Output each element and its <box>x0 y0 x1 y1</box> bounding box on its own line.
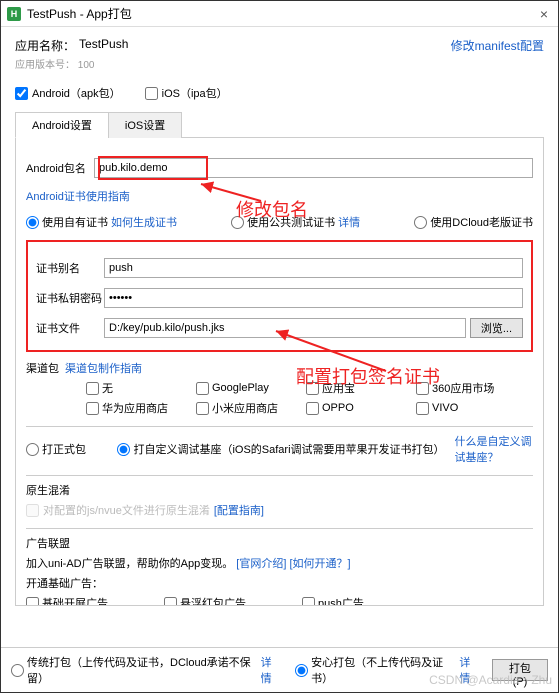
cert-alias-row: 证书别名 <box>36 258 523 278</box>
safe-pack-radio[interactable] <box>295 664 308 677</box>
android-apk-checkbox[interactable]: Android（apk包） <box>15 85 121 101</box>
android-package-label: Android包名 <box>26 160 94 176</box>
cert-password-input[interactable] <box>104 288 523 308</box>
cert-own-option[interactable]: 使用自有证书 如何生成证书 <box>26 214 177 230</box>
cert-file-label: 证书文件 <box>36 320 104 336</box>
ad-basic-row: 基础开屏广告 悬浮红包广告 push广告 <box>26 595 533 606</box>
native-render-title: 原生混淆 <box>26 482 533 498</box>
channel-none[interactable]: 无 <box>86 380 196 396</box>
close-icon[interactable]: × <box>536 6 552 22</box>
version-row: 应用版本号： 100 <box>15 56 544 71</box>
ios-ipa-check[interactable] <box>145 87 158 100</box>
ad-intro-link1[interactable]: [官网介绍] <box>236 558 286 570</box>
cert-type-row: 使用自有证书 如何生成证书 使用公共测试证书 详情 使用DCloud老版证书 <box>26 214 533 230</box>
pack-debug-option[interactable]: 打自定义调试基座（iOS的Safari调试需要用苹果开发证书打包） <box>117 441 444 457</box>
channel-oppo[interactable]: OPPO <box>306 400 416 416</box>
pack-button[interactable]: 打包(P) <box>492 659 548 681</box>
channel-huawei[interactable]: 华为应用商店 <box>86 400 196 416</box>
cert-own-radio[interactable] <box>26 216 39 229</box>
android-package-row: Android包名 <box>26 158 533 178</box>
cert-file-input[interactable] <box>104 318 466 338</box>
window-title: TestPush - App打包 <box>27 5 536 22</box>
cert-public-label: 使用公共测试证书 <box>247 214 335 230</box>
pack-debug-label: 打自定义调试基座（iOS的Safari调试需要用苹果开发证书打包） <box>133 441 444 457</box>
tab-ios-settings[interactable]: iOS设置 <box>108 112 182 138</box>
channel-vivo[interactable]: VIVO <box>416 400 526 416</box>
traditional-pack-radio[interactable] <box>11 664 24 677</box>
platform-row: Android（apk包） iOS（ipa包） <box>15 85 544 101</box>
ad-basic-push[interactable]: push广告 <box>302 595 422 606</box>
native-render-check <box>26 504 39 517</box>
channels-label: 渠道包 <box>26 360 59 376</box>
ad-intro-link2[interactable]: [如何开通？] <box>289 558 350 570</box>
tabs: Android设置 iOS设置 <box>15 111 544 138</box>
native-render-guide-link[interactable]: [配置指南] <box>214 502 264 518</box>
ad-union-title: 广告联盟 <box>26 535 533 551</box>
tab-body-android: Android包名 Android证书使用指南 使用自有证书 如何生成证书 使用… <box>15 138 544 606</box>
cert-alias-label: 证书别名 <box>36 260 104 276</box>
safe-pack-label: 安心打包（不上传代码及证书） <box>311 654 453 686</box>
app-name-label: 应用名称： <box>15 37 75 54</box>
safe-pack-option[interactable]: 安心打包（不上传代码及证书） <box>295 654 453 686</box>
cert-public-detail-link[interactable]: 详情 <box>338 214 360 230</box>
version-value: 100 <box>78 60 95 71</box>
cert-own-help-link[interactable]: 如何生成证书 <box>111 214 177 230</box>
ad-basic-title: 开通基础广告： <box>26 575 533 591</box>
android-apk-label: Android（apk包） <box>32 85 121 101</box>
titlebar: H TestPush - App打包 × <box>1 1 558 27</box>
cert-dcloud-radio[interactable] <box>414 216 427 229</box>
cert-dcloud-label: 使用DCloud老版证书 <box>430 214 533 230</box>
traditional-pack-option[interactable]: 传统打包（上传代码及证书，DCloud承诺不保留） <box>11 654 255 686</box>
cert-file-row: 证书文件 浏览... <box>36 318 523 338</box>
ad-union-intro: 加入uni-AD广告联盟，帮助你的App变现。 [官网介绍] [如何开通？] <box>26 555 533 571</box>
ios-ipa-checkbox[interactable]: iOS（ipa包） <box>145 85 228 101</box>
channel-360[interactable]: 360应用市场 <box>416 380 526 396</box>
channel-xiaomi[interactable]: 小米应用商店 <box>196 400 306 416</box>
ad-basic-hb[interactable]: 悬浮红包广告 <box>164 595 284 606</box>
safe-pack-detail-link[interactable]: 详情 <box>459 654 479 686</box>
annotation-pkg-box <box>98 156 208 180</box>
traditional-pack-detail-link[interactable]: 详情 <box>261 654 281 686</box>
channel-yyb[interactable]: 应用宝 <box>306 380 416 396</box>
cert-public-option[interactable]: 使用公共测试证书 详情 <box>231 214 360 230</box>
pack-release-option[interactable]: 打正式包 <box>26 441 86 457</box>
annotation-cert-box: 证书别名 证书私钥密码 证书文件 浏览... <box>26 240 533 352</box>
tab-android-settings[interactable]: Android设置 <box>15 112 109 138</box>
android-apk-check[interactable] <box>15 87 28 100</box>
browse-button[interactable]: 浏览... <box>470 318 523 338</box>
cert-public-radio[interactable] <box>231 216 244 229</box>
traditional-pack-label: 传统打包（上传代码及证书，DCloud承诺不保留） <box>27 654 255 686</box>
app-icon: H <box>7 7 21 21</box>
ios-ipa-label: iOS（ipa包） <box>162 85 228 101</box>
app-name-row: 应用名称： TestPush 修改manifest配置 <box>15 37 544 54</box>
channels-grid: 无 GooglePlay 应用宝 360应用市场 华为应用商店 小米应用商店 O… <box>86 380 533 416</box>
bottom-bar: 传统打包（上传代码及证书，DCloud承诺不保留） 详情 安心打包（不上传代码及… <box>1 647 558 692</box>
pack-debug-radio[interactable] <box>117 443 130 456</box>
pack-release-label: 打正式包 <box>42 441 86 457</box>
pack-release-radio[interactable] <box>26 443 39 456</box>
cert-alias-input[interactable] <box>104 258 523 278</box>
manifest-config-link[interactable]: 修改manifest配置 <box>451 37 544 54</box>
native-render-label: 对配置的js/nvue文件进行原生混淆 <box>43 502 210 518</box>
app-name-value: TestPush <box>79 37 128 54</box>
cert-password-label: 证书私钥密码 <box>36 290 104 306</box>
pack-debug-help-link[interactable]: 什么是自定义调试基座？ <box>455 433 533 465</box>
pack-mode-row: 打正式包 打自定义调试基座（iOS的Safari调试需要用苹果开发证书打包） 什… <box>26 433 533 465</box>
ad-basic-kp[interactable]: 基础开屏广告 <box>26 595 146 606</box>
android-cert-guide-link[interactable]: Android证书使用指南 <box>26 191 130 203</box>
version-label: 应用版本号： <box>15 60 75 71</box>
channel-googleplay[interactable]: GooglePlay <box>196 380 306 396</box>
channels-guide-link[interactable]: 渠道包制作指南 <box>65 360 142 376</box>
cert-password-row: 证书私钥密码 <box>36 288 523 308</box>
native-render-row: 对配置的js/nvue文件进行原生混淆 [配置指南] <box>26 502 533 518</box>
cert-own-label: 使用自有证书 <box>42 214 108 230</box>
cert-dcloud-option[interactable]: 使用DCloud老版证书 <box>414 214 533 230</box>
channels-label-row: 渠道包 渠道包制作指南 <box>26 360 533 376</box>
